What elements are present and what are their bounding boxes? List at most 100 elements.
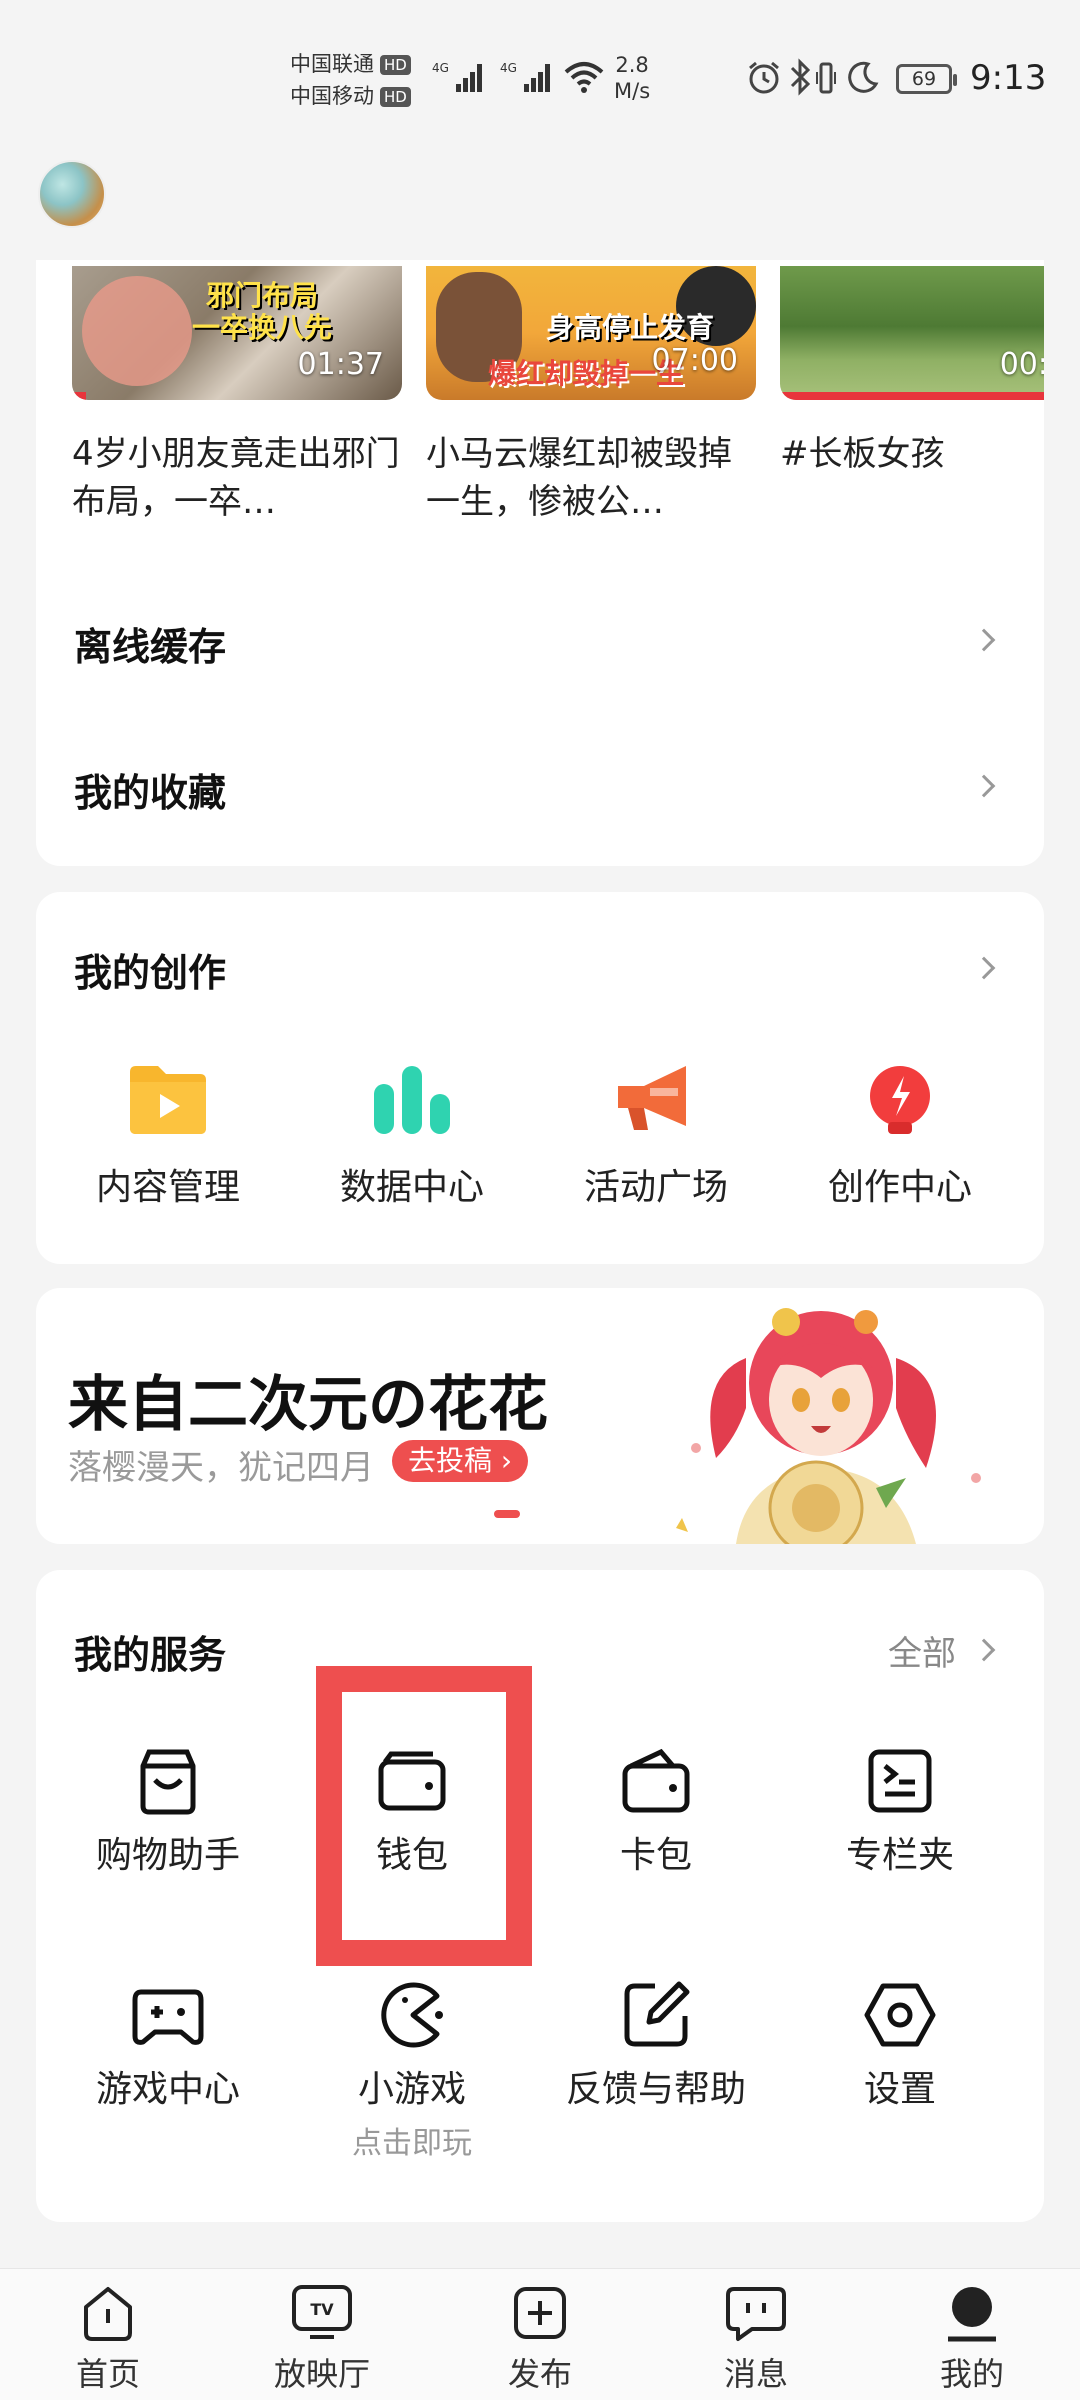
services-title: 我的服务 [74, 1633, 227, 1677]
hd-badge: HD [380, 55, 411, 75]
view-all-label: 全部 [888, 1634, 956, 1674]
data-center-button[interactable]: 数据中心 [292, 1064, 532, 1210]
video-caption: 身高停止发育 [546, 311, 715, 344]
svg-text:4G: 4G [500, 61, 517, 75]
offline-cache-label: 离线缓存 [74, 625, 227, 669]
chevron-right-icon[interactable] [972, 956, 996, 980]
nav-home[interactable]: 首页 [38, 2283, 178, 2395]
gamepad-icon [132, 1989, 204, 2045]
megaphone-icon [618, 1066, 686, 1130]
nav-label: 发布 [507, 2355, 572, 2393]
nav-messages[interactable]: 消息 [686, 2283, 826, 2395]
tool-label: 创作中心 [827, 1167, 972, 1208]
nav-label: 首页 [75, 2355, 140, 2393]
pacman-icon [381, 1982, 443, 2048]
nav-publish[interactable]: 发布 [470, 2283, 610, 2395]
video-thumbnail-2[interactable]: 身高停止发育 爆红却毁掉一生 07:00 [426, 266, 756, 400]
signal-icon: 4G [432, 58, 492, 98]
service-label: 游戏中心 [95, 2069, 240, 2110]
battery-icon: 69 [896, 64, 957, 94]
video-thumbnail-3[interactable]: 00: [780, 266, 1044, 400]
card-wallet-icon [622, 1748, 690, 1813]
tool-label: 活动广场 [583, 1167, 728, 1208]
video-duration: 07:00 [651, 343, 738, 378]
anime-girl-illustration [676, 1288, 1016, 1544]
plus-square-icon [514, 2287, 566, 2339]
video-thumbnail-1[interactable]: 邪门布局 一卒换八先 01:37 [72, 266, 402, 400]
carrier-2: 中国移动 [290, 84, 374, 108]
shopping-bag-icon [140, 1749, 196, 1815]
activity-plaza-button[interactable]: 活动广场 [536, 1064, 776, 1210]
shopping-assistant-button[interactable]: 购物助手 [48, 1746, 288, 1878]
content-management-button[interactable]: 内容管理 [48, 1064, 288, 1210]
video-progress [72, 392, 86, 400]
video-caption: 一卒换八先 [192, 311, 333, 344]
nav-label: 我的 [939, 2355, 1004, 2393]
message-icon [726, 2287, 786, 2341]
net-speed-unit: M/s [614, 79, 651, 103]
signal-icon: 4G [500, 58, 560, 98]
chevron-right-icon [972, 774, 996, 798]
video-duration: 01:37 [297, 347, 384, 382]
service-label: 反馈与帮助 [565, 2069, 746, 2110]
nav-theater[interactable]: TV 放映厅 [252, 2283, 392, 2395]
net-speed: 2.8 M/s [614, 52, 650, 104]
banner-indicator [494, 1510, 520, 1518]
view-all-link[interactable]: 全部 [888, 1626, 956, 1675]
carrier-1: 中国联通 [290, 52, 374, 76]
moon-icon [846, 60, 880, 98]
folder-play-icon [130, 1066, 206, 1134]
lightbulb-icon [870, 1066, 930, 1134]
alarm-icon [746, 60, 782, 100]
svg-text:TV: TV [310, 2300, 334, 2319]
hd-badge: HD [380, 87, 411, 107]
service-label: 设置 [863, 2069, 936, 2110]
creation-card: 我的创作 内容管理 数据中心 活动广场 创作中心 [36, 892, 1044, 1264]
video-title-1[interactable]: 4岁小朋友竟走出邪门布局，一卒… [72, 430, 402, 526]
service-label: 购物助手 [95, 1835, 240, 1876]
submit-label: 去投稿 [408, 1444, 493, 1477]
wifi-icon [562, 60, 606, 98]
card-pack-button[interactable]: 卡包 [536, 1746, 776, 1878]
creation-center-button[interactable]: 创作中心 [780, 1064, 1020, 1210]
bar-chart-icon [374, 1066, 450, 1134]
mini-game-button[interactable]: 小游戏 点击即玩 [292, 1980, 532, 2162]
nav-label: 消息 [723, 2355, 788, 2393]
service-label: 卡包 [619, 1835, 692, 1876]
clock: 9:13 [970, 58, 1047, 98]
banner-subtitle: 落樱漫天，犹记四月 [68, 1448, 374, 1488]
game-center-button[interactable]: 游戏中心 [48, 1980, 288, 2112]
chevron-right-icon: › [492, 1444, 513, 1477]
promo-banner[interactable]: 来自二次元の花花 落樱漫天，犹记四月 去投稿 › [36, 1288, 1044, 1544]
tv-icon: TV [292, 2285, 352, 2339]
article-icon [868, 1749, 932, 1813]
chevron-right-icon [972, 628, 996, 652]
video-title-3[interactable]: #长板女孩 [780, 430, 1044, 478]
avatar[interactable] [38, 160, 106, 228]
tool-label: 内容管理 [95, 1167, 240, 1208]
carrier-info: 中国联通 HD 中国移动 HD [290, 48, 411, 112]
nav-label: 放映厅 [273, 2355, 370, 2393]
creation-title: 我的创作 [74, 951, 227, 995]
status-bar: 中国联通 HD 中国移动 HD 4G 4G 2.8 M/s 69 9:13 [0, 0, 1080, 150]
video-title-2[interactable]: 小马云爆红却被毁掉一生，惨被公… [426, 430, 756, 526]
submit-button[interactable]: 去投稿 › [392, 1440, 529, 1482]
offline-cache-row[interactable]: 离线缓存 [36, 588, 1044, 688]
service-label: 小游戏 [357, 2069, 466, 2110]
service-label: 专栏夹 [845, 1835, 954, 1876]
chevron-right-icon[interactable] [972, 1638, 996, 1662]
home-icon [84, 2287, 132, 2341]
column-folder-button[interactable]: 专栏夹 [780, 1746, 1020, 1878]
favorites-label: 我的收藏 [74, 771, 227, 815]
tool-label: 数据中心 [339, 1167, 484, 1208]
vibrate-icon [814, 60, 838, 100]
nav-me[interactable]: 我的 [902, 2283, 1042, 2395]
bluetooth-icon [788, 58, 814, 100]
settings-button[interactable]: 设置 [780, 1980, 1020, 2112]
settings-hexagon-icon [864, 1983, 936, 2047]
user-icon [948, 2287, 996, 2342]
net-speed-value: 2.8 [615, 53, 649, 77]
feedback-help-button[interactable]: 反馈与帮助 [536, 1980, 776, 2112]
bottom-nav: 首页 TV 放映厅 发布 消息 我的 [0, 2268, 1080, 2400]
favorites-row[interactable]: 我的收藏 [36, 734, 1044, 834]
